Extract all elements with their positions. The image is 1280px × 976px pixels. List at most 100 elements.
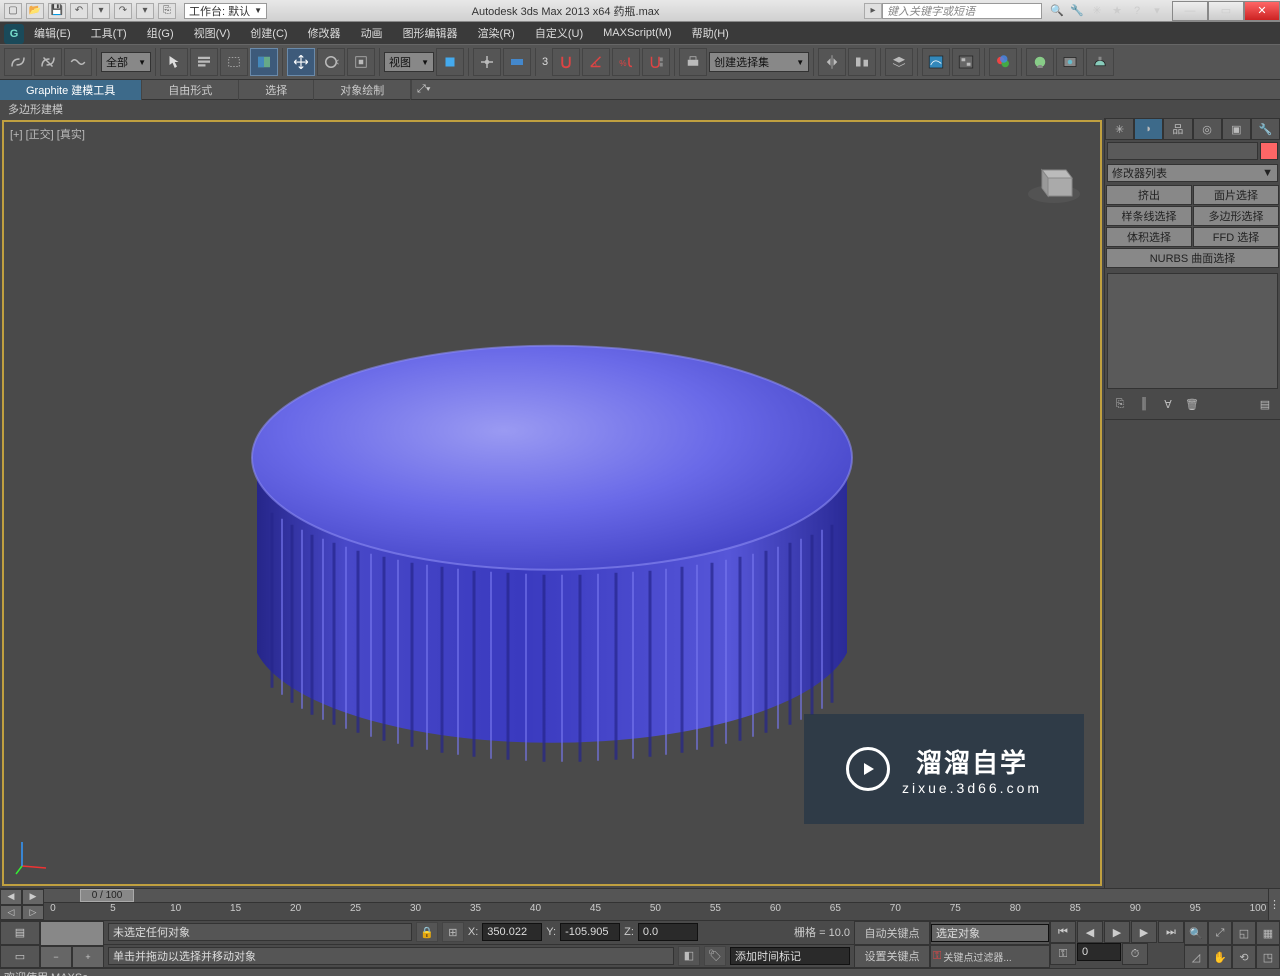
spinner-snap-icon[interactable] <box>642 48 670 76</box>
schematic-view-icon[interactable] <box>952 48 980 76</box>
pan-icon[interactable]: ✋ <box>1208 945 1232 969</box>
unlink-icon[interactable] <box>34 48 62 76</box>
pin-stack-icon[interactable]: ⎘ <box>1111 395 1129 413</box>
scroll-right2-icon[interactable]: ▷ <box>22 905 44 921</box>
align-icon[interactable] <box>848 48 876 76</box>
material-editor-icon[interactable] <box>989 48 1017 76</box>
rect-region-icon[interactable] <box>220 48 248 76</box>
title-chevron-icon[interactable]: ▸ <box>864 3 882 19</box>
app-menu-icon[interactable]: G <box>4 24 24 44</box>
mod-btn-ffd-select[interactable]: FFD 选择 <box>1193 227 1279 247</box>
link-icon[interactable]: ⎘ <box>158 3 176 19</box>
window-crossing-icon[interactable] <box>250 48 278 76</box>
viewport[interactable]: [+] [正交] [真实] <box>2 120 1102 886</box>
auto-key-button[interactable]: 自动关键点 <box>854 921 930 945</box>
configure-sets-icon[interactable]: ▤ <box>1256 395 1274 413</box>
mod-btn-poly-select[interactable]: 多边形选择 <box>1193 206 1279 226</box>
make-unique-icon[interactable]: ∀ <box>1159 395 1177 413</box>
maxscript-listener[interactable]: 欢迎使用 MAXSc <box>0 968 1280 976</box>
redo-icon[interactable]: ↷ <box>114 3 132 19</box>
add-time-tag[interactable]: 添加时间标记 <box>730 947 850 965</box>
help-icon[interactable]: ? <box>1128 3 1146 19</box>
ribbon-tab-graphite[interactable]: Graphite 建模工具 <box>0 80 142 100</box>
star-icon[interactable]: ★ <box>1108 3 1126 19</box>
zoom-extents-all-icon[interactable]: ▦ <box>1256 921 1280 945</box>
angle-snap-icon[interactable] <box>582 48 610 76</box>
bind-space-warp-icon[interactable] <box>64 48 92 76</box>
model-object[interactable] <box>212 233 892 796</box>
key-icon[interactable]: 🔧 <box>1068 3 1086 19</box>
menu-create[interactable]: 创建(C) <box>240 22 297 44</box>
mod-btn-nurbs-select[interactable]: NURBS 曲面选择 <box>1106 248 1279 268</box>
viewport-label[interactable]: [+] [正交] [真实] <box>10 126 85 142</box>
menu-render[interactable]: 渲染(R) <box>468 22 525 44</box>
zoom-extents-icon[interactable]: ◱ <box>1232 921 1256 945</box>
menu-view[interactable]: 视图(V) <box>184 22 241 44</box>
rotate-icon[interactable] <box>317 48 345 76</box>
prompt-icon[interactable]: ▭ <box>0 945 40 969</box>
ribbon-tab-freeform[interactable]: 自由形式 <box>142 80 239 100</box>
isolate-icon[interactable]: ◧ <box>678 946 700 966</box>
ribbon-subpanel-label[interactable]: 多边形建模 <box>0 100 1280 118</box>
undo-dropdown-icon[interactable]: ▾ <box>92 3 110 19</box>
modifier-stack[interactable] <box>1107 273 1278 389</box>
menu-animation[interactable]: 动画 <box>351 22 393 44</box>
maxscript-mini-icon[interactable]: ▤ <box>0 921 40 945</box>
key-icon[interactable]: ⚿ <box>931 950 943 963</box>
rendered-frame-icon[interactable] <box>1056 48 1084 76</box>
prev-frame-icon[interactable]: ◀ <box>1077 921 1103 943</box>
percent-snap-icon[interactable]: % <box>612 48 640 76</box>
x-coord-input[interactable]: 350.022 <box>482 923 542 941</box>
select-by-name-icon[interactable] <box>190 48 218 76</box>
ribbon-expand-icon[interactable]: ⤢▾ <box>411 80 435 99</box>
goto-start-icon[interactable]: ⏮ <box>1050 921 1076 943</box>
hierarchy-tab-icon[interactable]: 品 <box>1163 118 1192 140</box>
timeline-right-handle[interactable]: ⋮ <box>1268 889 1280 920</box>
selection-lock-icon[interactable]: 🔒 <box>416 922 438 942</box>
menu-help[interactable]: 帮助(H) <box>682 22 739 44</box>
time-slider-thumb[interactable]: 0 / 100 <box>80 889 134 902</box>
menu-edit[interactable]: 编辑(E) <box>24 22 81 44</box>
ribbon-tab-objpaint[interactable]: 对象绘制 <box>314 80 411 100</box>
create-tab-icon[interactable]: ✳ <box>1105 118 1134 140</box>
mod-btn-extrude[interactable]: 挤出 <box>1106 185 1192 205</box>
scale-icon[interactable] <box>347 48 375 76</box>
modifier-list-dropdown[interactable]: 修改器列表▼ <box>1107 164 1278 182</box>
menu-customize[interactable]: 自定义(U) <box>525 22 593 44</box>
goto-end-icon[interactable]: ⏭ <box>1158 921 1184 943</box>
render-icon[interactable] <box>1086 48 1114 76</box>
save-file-icon[interactable]: 💾 <box>48 3 66 19</box>
redo-dropdown-icon[interactable]: ▾ <box>136 3 154 19</box>
display-tab-icon[interactable]: ▣ <box>1222 118 1251 140</box>
orbit-icon[interactable]: ⟲ <box>1232 945 1256 969</box>
minimize-button[interactable]: — <box>1172 1 1208 21</box>
curve-editor-icon[interactable] <box>922 48 950 76</box>
move-icon[interactable] <box>287 48 315 76</box>
mod-btn-spline-select[interactable]: 样条线选择 <box>1106 206 1192 226</box>
key-filters-button[interactable]: 关键点过滤器... <box>943 949 1049 964</box>
absolute-transform-icon[interactable]: ⊞ <box>442 922 464 942</box>
max-viewport-icon[interactable]: ◳ <box>1256 945 1280 969</box>
motion-tab-icon[interactable]: ◎ <box>1193 118 1222 140</box>
ribbon-tab-selection[interactable]: 选择 <box>239 80 314 100</box>
selection-filter-dropdown[interactable]: 全部▼ <box>101 52 151 72</box>
layers-icon[interactable] <box>885 48 913 76</box>
chevron-down-icon[interactable]: ▾ <box>1148 3 1166 19</box>
select-object-icon[interactable] <box>160 48 188 76</box>
pivot-center-icon[interactable] <box>436 48 464 76</box>
menu-maxscript[interactable]: MAXScript(M) <box>593 22 681 44</box>
zoom-in-icon[interactable]: + <box>72 946 104 969</box>
menu-grapheditors[interactable]: 图形编辑器 <box>393 22 468 44</box>
y-coord-input[interactable]: -105.905 <box>560 923 620 941</box>
set-key-button[interactable]: 设置关键点 <box>854 945 930 969</box>
object-name-input[interactable] <box>1107 142 1258 160</box>
search-icon[interactable]: 🔍 <box>1048 3 1066 19</box>
modify-tab-icon[interactable]: ◗ <box>1134 118 1163 140</box>
trackbar[interactable]: 0510152025303540455055606570758085909510… <box>44 903 1268 921</box>
time-tag-icon[interactable]: 🏷 <box>704 946 726 966</box>
open-file-icon[interactable]: 📂 <box>26 3 44 19</box>
timeline-zoom-bar[interactable] <box>40 921 104 946</box>
snap-toggle-icon[interactable] <box>552 48 580 76</box>
mod-btn-vol-select[interactable]: 体积选择 <box>1106 227 1192 247</box>
undo-icon[interactable]: ↶ <box>70 3 88 19</box>
